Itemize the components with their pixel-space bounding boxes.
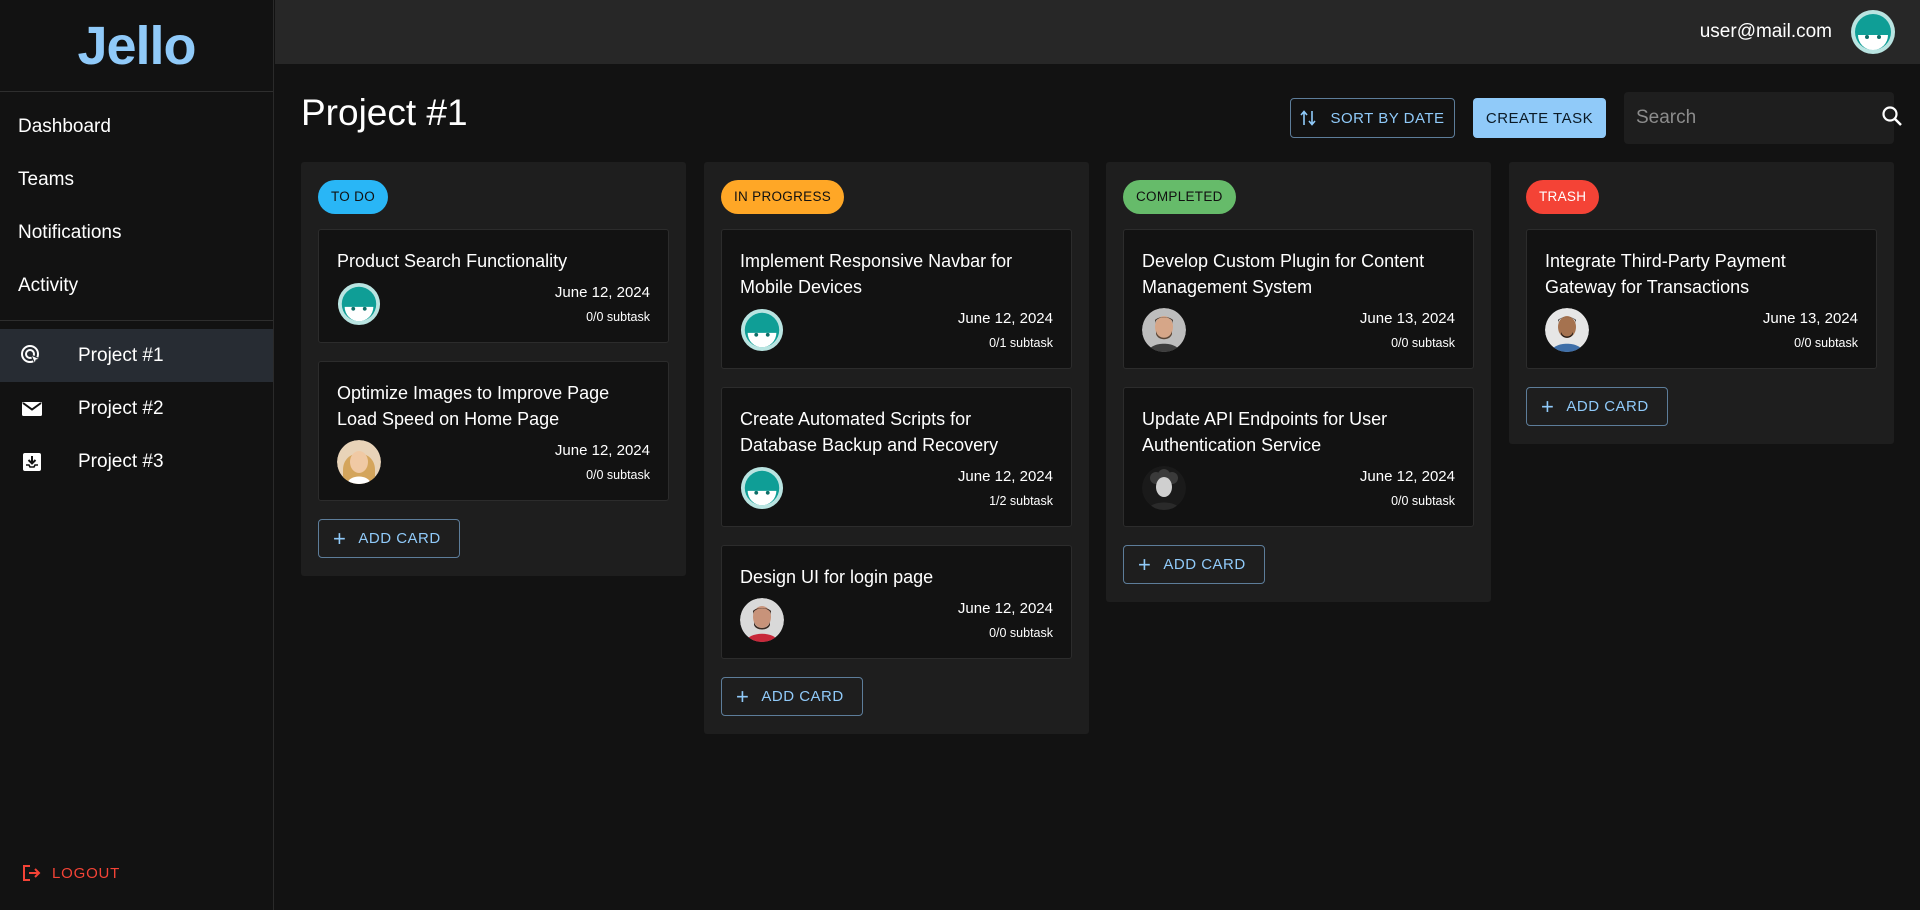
user-email: user@mail.com — [1699, 21, 1832, 42]
card-title: Update API Endpoints for User Authentica… — [1142, 409, 1388, 455]
card-title: Create Automated Scripts for Database Ba… — [740, 409, 999, 455]
card-date: June 12, 2024 — [957, 468, 1053, 485]
project-item-1[interactable]: Project #1 — [0, 329, 273, 382]
woman-blonde-avatar — [337, 440, 381, 484]
man-red-shirt-avatar — [740, 598, 784, 642]
card-date: June 13, 2024 — [1359, 310, 1455, 327]
card-subtask: 1/2 subtask — [989, 494, 1053, 508]
inbox-download-icon — [20, 450, 44, 474]
plus-icon: + — [1138, 551, 1152, 577]
card-date: June 12, 2024 — [957, 600, 1053, 617]
add-card-button[interactable]: + ADD CARD — [1123, 545, 1265, 584]
card-date: June 12, 2024 — [957, 310, 1053, 327]
card-date: June 13, 2024 — [1762, 310, 1858, 327]
project-label: Project #1 — [78, 344, 164, 366]
add-card-button[interactable]: + ADD CARD — [1526, 387, 1668, 426]
mail-icon — [20, 397, 44, 421]
task-card[interactable]: Optimize Images to Improve Page Load Spe… — [318, 361, 669, 501]
status-badge: TO DO — [318, 180, 389, 214]
project-item-2[interactable]: Project #2 — [0, 382, 273, 435]
man-curly-avatar — [1142, 466, 1186, 510]
man-smiling-avatar — [1545, 308, 1589, 352]
sort-by-date-button[interactable]: SORT BY DATE — [1290, 98, 1455, 138]
card-subtask: 0/0 subtask — [586, 310, 650, 324]
status-badge: COMPLETED — [1123, 180, 1236, 214]
add-card-label: ADD CARD — [1163, 556, 1246, 573]
nav-item-activity[interactable]: Activity — [0, 259, 273, 312]
card-subtask: 0/0 subtask — [1794, 336, 1858, 350]
status-badge: TRASH — [1526, 180, 1600, 214]
plus-icon: + — [333, 525, 347, 551]
nav-item-notifications[interactable]: Notifications — [0, 206, 273, 259]
task-card[interactable]: Create Automated Scripts for Database Ba… — [721, 387, 1072, 527]
default-avatar — [337, 282, 381, 326]
user-avatar[interactable] — [1850, 9, 1896, 55]
default-avatar — [740, 466, 784, 510]
column-completed: COMPLETED Develop Custom Plugin for Cont… — [1106, 162, 1491, 602]
sidebar: Jello Dashboard Teams Notifications Acti… — [0, 0, 274, 910]
app-logo[interactable]: Jello — [0, 0, 273, 92]
search-input[interactable] — [1636, 107, 1881, 129]
topbar: user@mail.com — [275, 0, 1920, 64]
card-subtask: 0/0 subtask — [1391, 336, 1455, 350]
card-title: Design UI for login page — [740, 567, 934, 587]
search-box — [1624, 92, 1902, 144]
main-nav: Dashboard Teams Notifications Activity — [0, 92, 273, 321]
card-subtask: 0/0 subtask — [1391, 494, 1455, 508]
plus-icon: + — [1541, 393, 1555, 419]
cursor-click-icon — [20, 344, 44, 368]
task-card[interactable]: Design UI for login page June 12, 2024 0… — [721, 545, 1072, 659]
search-icon[interactable] — [1881, 105, 1903, 132]
task-card[interactable]: Integrate Third-Party Payment Gateway fo… — [1526, 229, 1877, 369]
project-list: Project #1 Project #2 Project #3 — [0, 321, 273, 488]
card-title: Implement Responsive Navbar for Mobile D… — [740, 251, 1013, 297]
card-subtask: 0/0 subtask — [989, 626, 1053, 640]
project-label: Project #2 — [78, 397, 164, 419]
nav-item-teams[interactable]: Teams — [0, 153, 273, 206]
plus-icon: + — [736, 683, 750, 709]
card-title: Develop Custom Plugin for Content Manage… — [1142, 251, 1425, 297]
add-card-label: ADD CARD — [1566, 398, 1649, 415]
card-title: Optimize Images to Improve Page Load Spe… — [337, 383, 610, 429]
project-item-3[interactable]: Project #3 — [0, 435, 273, 488]
sort-icon — [1300, 109, 1317, 127]
logout-label: LOGOUT — [52, 864, 121, 882]
card-subtask: 0/1 subtask — [989, 336, 1053, 350]
add-card-button[interactable]: + ADD CARD — [318, 519, 460, 558]
card-date: June 12, 2024 — [554, 442, 650, 459]
column-in-progress: IN PROGRESS Implement Responsive Navbar … — [704, 162, 1089, 734]
nav-item-dashboard[interactable]: Dashboard — [0, 100, 273, 153]
task-card[interactable]: Update API Endpoints for User Authentica… — [1123, 387, 1474, 527]
task-card[interactable]: Product Search Functionality June 12, 20… — [318, 229, 669, 343]
logout-button[interactable]: LOGOUT — [22, 864, 120, 882]
add-card-label: ADD CARD — [761, 688, 844, 705]
task-card[interactable]: Implement Responsive Navbar for Mobile D… — [721, 229, 1072, 369]
card-date: June 12, 2024 — [554, 284, 650, 301]
man-beard-avatar — [1142, 308, 1186, 352]
sort-label: SORT BY DATE — [1330, 109, 1445, 127]
logout-icon — [22, 864, 42, 882]
add-card-button[interactable]: + ADD CARD — [721, 677, 863, 716]
task-card[interactable]: Develop Custom Plugin for Content Manage… — [1123, 229, 1474, 369]
card-subtask: 0/0 subtask — [586, 468, 650, 482]
default-avatar — [740, 308, 784, 352]
column-trash: TRASH Integrate Third-Party Payment Gate… — [1509, 162, 1894, 444]
create-task-button[interactable]: CREATE TASK — [1473, 98, 1606, 138]
project-label: Project #3 — [78, 450, 164, 472]
page-title: Project #1 — [301, 92, 468, 133]
status-badge: IN PROGRESS — [721, 180, 845, 214]
add-card-label: ADD CARD — [358, 530, 441, 547]
card-date: June 12, 2024 — [1359, 468, 1455, 485]
card-title: Integrate Third-Party Payment Gateway fo… — [1545, 251, 1786, 297]
card-title: Product Search Functionality — [337, 251, 568, 271]
column-todo: TO DO Product Search Functionality June … — [301, 162, 686, 576]
